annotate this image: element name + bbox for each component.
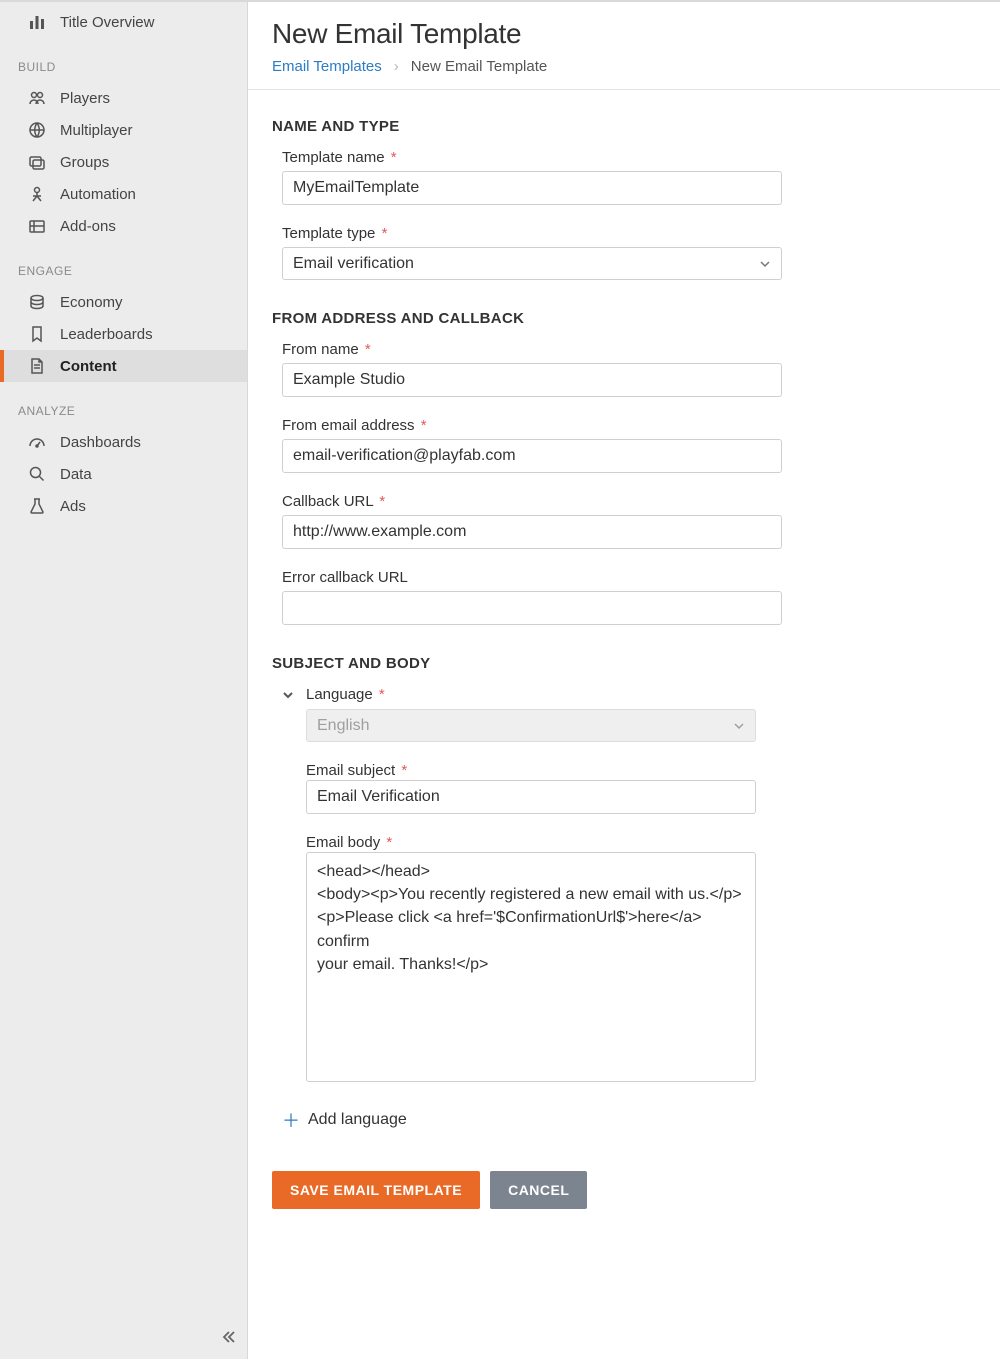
sidebar-item-label: Players [60, 90, 110, 107]
form-area: NAME AND TYPE Template name * Template t… [248, 90, 1000, 1219]
sidebar-item-label: Title Overview [60, 14, 154, 31]
plus-icon: ＋ [282, 1107, 300, 1133]
cancel-button[interactable]: CANCEL [490, 1171, 587, 1209]
globe-icon [28, 121, 46, 139]
from-name-input[interactable] [282, 363, 782, 397]
sidebar-item-automation[interactable]: Automation [0, 178, 247, 210]
groups-icon [28, 153, 46, 171]
sidebar-item-multiplayer[interactable]: Multiplayer [0, 114, 247, 146]
breadcrumb: Email Templates › New Email Template [272, 58, 1000, 75]
error-callback-url-label: Error callback URL [282, 569, 782, 586]
language-toggle-row[interactable]: Language * [280, 686, 976, 703]
sidebar-collapse-toggle[interactable] [219, 1328, 237, 1351]
section-name-type: NAME AND TYPE Template name * Template t… [272, 118, 976, 280]
callback-url-label: Callback URL * [282, 493, 782, 510]
field-email-body: Email body * <head></head> <body><p>You … [306, 834, 756, 1087]
sidebar: Title Overview BUILD Players Multiplayer… [0, 2, 248, 1359]
page-header: New Email Template Email Templates › New… [248, 12, 1000, 90]
sidebar-item-label: Add-ons [60, 218, 116, 235]
sidebar-item-label: Groups [60, 154, 109, 171]
field-email-subject: Email subject * [306, 762, 756, 814]
section-label-name-type: NAME AND TYPE [272, 118, 976, 135]
template-type-select[interactable]: Email verification [282, 247, 782, 280]
field-error-callback-url: Error callback URL [282, 569, 782, 625]
chevron-down-icon [280, 687, 296, 703]
sidebar-item-ads[interactable]: Ads [0, 490, 247, 522]
sidebar-item-title-overview[interactable]: Title Overview [0, 6, 247, 38]
field-template-name: Template name * [282, 149, 782, 205]
section-label-subject-body: SUBJECT AND BODY [272, 655, 976, 672]
field-from-name: From name * [282, 341, 782, 397]
bookmark-icon [28, 325, 46, 343]
section-from-callback: FROM ADDRESS AND CALLBACK From name * Fr… [272, 310, 976, 625]
breadcrumb-link-email-templates[interactable]: Email Templates [272, 58, 382, 75]
sidebar-item-players[interactable]: Players [0, 82, 247, 114]
email-subject-input[interactable] [306, 780, 756, 814]
field-template-type: Template type * Email verification [282, 225, 782, 280]
bar-chart-icon [28, 13, 46, 31]
beaker-icon [28, 497, 46, 515]
section-subject-body: SUBJECT AND BODY Language * English Emai… [272, 655, 976, 1133]
sidebar-item-label: Automation [60, 186, 136, 203]
sidebar-item-content[interactable]: Content [0, 350, 247, 382]
sidebar-item-label: Leaderboards [60, 326, 153, 343]
template-name-label: Template name * [282, 149, 782, 166]
economy-icon [28, 293, 46, 311]
field-language: English [306, 709, 756, 742]
sidebar-item-economy[interactable]: Economy [0, 286, 247, 318]
email-subject-label: Email subject * [306, 762, 407, 779]
sidebar-item-label: Dashboards [60, 434, 141, 451]
from-name-label: From name * [282, 341, 782, 358]
players-icon [28, 89, 46, 107]
sidebar-item-label: Economy [60, 294, 123, 311]
dashboard-icon [28, 433, 46, 451]
sidebar-item-groups[interactable]: Groups [0, 146, 247, 178]
form-actions: SAVE EMAIL TEMPLATE CANCEL [272, 1171, 976, 1209]
sidebar-section-engage: ENGAGE [0, 242, 247, 286]
sidebar-item-data[interactable]: Data [0, 458, 247, 490]
section-label-from-callback: FROM ADDRESS AND CALLBACK [272, 310, 976, 327]
callback-url-input[interactable] [282, 515, 782, 549]
addons-icon [28, 217, 46, 235]
add-language-button[interactable]: ＋ Add language [282, 1107, 976, 1133]
magnify-icon [28, 465, 46, 483]
sidebar-section-build: BUILD [0, 38, 247, 82]
template-name-input[interactable] [282, 171, 782, 205]
sidebar-item-label: Multiplayer [60, 122, 133, 139]
automation-icon [28, 185, 46, 203]
breadcrumb-sep: › [394, 58, 399, 75]
add-language-label: Add language [308, 1111, 407, 1129]
language-label: Language * [306, 686, 385, 703]
sidebar-item-label: Data [60, 466, 92, 483]
sidebar-item-label: Content [60, 358, 117, 375]
main-content: New Email Template Email Templates › New… [248, 2, 1000, 1359]
from-email-label: From email address * [282, 417, 782, 434]
sidebar-item-label: Ads [60, 498, 86, 515]
sidebar-item-addons[interactable]: Add-ons [0, 210, 247, 242]
sidebar-item-dashboards[interactable]: Dashboards [0, 426, 247, 458]
sidebar-section-analyze: ANALYZE [0, 382, 247, 426]
from-email-input[interactable] [282, 439, 782, 473]
error-callback-url-input[interactable] [282, 591, 782, 625]
sidebar-item-leaderboards[interactable]: Leaderboards [0, 318, 247, 350]
breadcrumb-current: New Email Template [411, 58, 547, 75]
page-title: New Email Template [272, 18, 1000, 50]
email-body-textarea[interactable]: <head></head> <body><p>You recently regi… [306, 852, 756, 1082]
template-type-label: Template type * [282, 225, 782, 242]
document-icon [28, 357, 46, 375]
language-select[interactable]: English [306, 709, 756, 742]
field-callback-url: Callback URL * [282, 493, 782, 549]
email-body-label: Email body * [306, 834, 392, 851]
field-from-email: From email address * [282, 417, 782, 473]
save-button[interactable]: SAVE EMAIL TEMPLATE [272, 1171, 480, 1209]
